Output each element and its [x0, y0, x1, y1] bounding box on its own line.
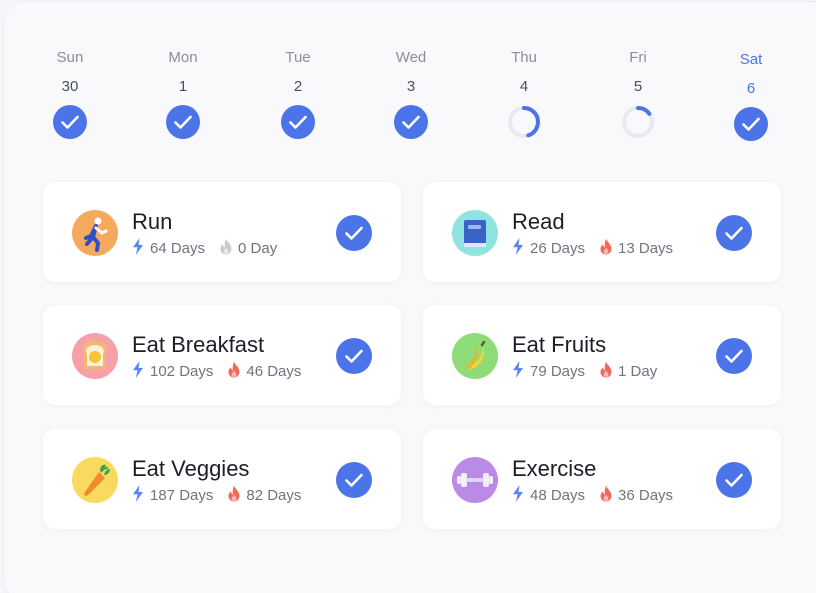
- total-days: 64 Days: [150, 240, 206, 257]
- bolt-icon: [132, 485, 144, 506]
- carrot-icon: [72, 457, 118, 503]
- day-name: Tue: [285, 49, 311, 66]
- day-date: 30: [61, 78, 79, 95]
- streak-days: 46 Days: [246, 363, 302, 380]
- dumbbell-icon: [452, 457, 498, 503]
- day-name: Mon: [168, 49, 198, 66]
- habit-card-exercise[interactable]: Exercise 48 Days 36 Days: [423, 429, 781, 529]
- progress-ring-icon: [621, 105, 655, 139]
- check-circle-icon: [281, 105, 315, 139]
- total-days: 187 Days: [150, 487, 214, 504]
- running-person-icon: [72, 210, 118, 256]
- check-button[interactable]: [716, 462, 752, 498]
- day-date: 5: [633, 78, 643, 95]
- total-days: 79 Days: [530, 363, 586, 380]
- bolt-icon: [132, 238, 144, 259]
- check-button[interactable]: [336, 215, 372, 251]
- habit-card-run[interactable]: Run 64 Days 0 Day: [43, 182, 401, 282]
- book-icon: [452, 210, 498, 256]
- habit-title: Exercise: [512, 456, 597, 481]
- day-date: 1: [178, 78, 188, 95]
- total-days: 48 Days: [530, 487, 586, 504]
- flame-icon: [227, 361, 241, 382]
- bolt-icon: [512, 238, 524, 259]
- day-name: Sun: [56, 49, 84, 66]
- habit-card-read[interactable]: Read 26 Days 13 Days: [423, 182, 781, 282]
- check-circle-icon: [53, 105, 87, 139]
- check-circle-icon: [734, 107, 768, 141]
- bolt-icon: [512, 485, 524, 506]
- habit-title: Eat Breakfast: [132, 332, 265, 357]
- habit-stats: 26 Days 13 Days: [512, 238, 673, 259]
- habit-stats: 187 Days 82 Days: [132, 485, 301, 506]
- flame-icon: [219, 238, 233, 259]
- day-date: 3: [406, 78, 416, 95]
- total-days: 102 Days: [150, 363, 214, 380]
- habit-card-eat-veggies[interactable]: Eat Veggies 187 Days 82 Days: [43, 429, 401, 529]
- total-days: 26 Days: [530, 240, 586, 257]
- check-button[interactable]: [336, 462, 372, 498]
- streak-days: 13 Days: [618, 240, 674, 257]
- check-button[interactable]: [336, 338, 372, 374]
- day-name: Sat: [739, 51, 763, 68]
- day-name: Fri: [629, 49, 647, 66]
- check-circle-icon: [166, 105, 200, 139]
- streak-days: 36 Days: [618, 487, 674, 504]
- progress-ring-icon: [507, 105, 541, 139]
- flame-icon: [599, 485, 613, 506]
- habit-stats: 64 Days 0 Day: [132, 238, 277, 259]
- check-button[interactable]: [716, 215, 752, 251]
- habit-card-eat-breakfast[interactable]: Eat Breakfast 102 Days 46 Days: [43, 305, 401, 405]
- habit-card-eat-fruits[interactable]: Eat Fruits 79 Days 1 Day: [423, 305, 781, 405]
- check-circle-icon: [394, 105, 428, 139]
- habit-stats: 48 Days 36 Days: [512, 485, 673, 506]
- habit-title: Eat Veggies: [132, 456, 250, 481]
- habit-title: Run: [132, 209, 173, 234]
- streak-days: 82 Days: [246, 487, 302, 504]
- day-date: 4: [519, 78, 529, 95]
- flame-icon: [599, 361, 613, 382]
- day-name: Thu: [511, 49, 537, 66]
- day-date: 6: [746, 80, 756, 97]
- day-name: Wed: [395, 49, 427, 66]
- bolt-icon: [132, 361, 144, 382]
- streak-days: 0 Day: [238, 240, 278, 257]
- toast-egg-icon: [72, 333, 118, 379]
- habit-stats: 102 Days 46 Days: [132, 361, 301, 382]
- habit-title: Read: [512, 209, 565, 234]
- flame-icon: [599, 238, 613, 259]
- banana-icon: [452, 333, 498, 379]
- flame-icon: [227, 485, 241, 506]
- streak-days: 1 Day: [618, 363, 658, 380]
- day-date: 2: [293, 78, 303, 95]
- habit-title: Eat Fruits: [512, 332, 607, 357]
- bolt-icon: [512, 361, 524, 382]
- check-button[interactable]: [716, 338, 752, 374]
- habit-stats: 79 Days 1 Day: [512, 361, 657, 382]
